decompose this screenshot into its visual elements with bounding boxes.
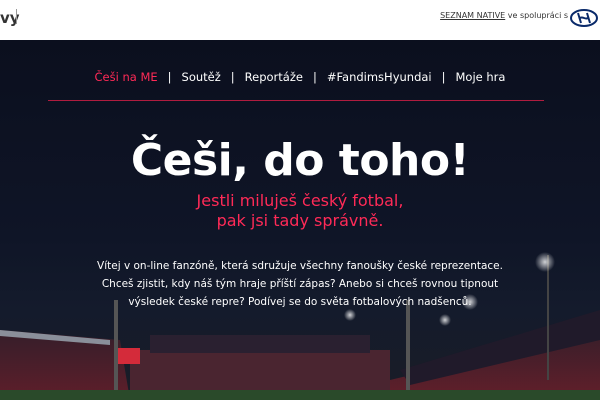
nav-item-reportaze[interactable]: Reportáže (245, 70, 303, 84)
subtitle-line-1: Jestli miluješ český fotbal, (196, 191, 404, 210)
nav-separator: | (230, 70, 235, 84)
logo-divider (16, 9, 17, 24)
nav-item-cesi-na-me[interactable]: Češi na ME (95, 70, 158, 84)
subtitle-line-2: pak jsi tady správně. (216, 211, 384, 230)
nav-separator: | (441, 70, 446, 84)
nav-separator: | (167, 70, 172, 84)
top-bar: vy SEZNAM NATIVE ve spolupráci s (0, 0, 600, 40)
partner-suffix: ve spolupráci s (505, 11, 568, 20)
nav-item-fandimshyundai[interactable]: #FandimsHyundai (327, 70, 432, 84)
nav-underline (48, 100, 544, 101)
hyundai-logo-icon[interactable] (570, 9, 598, 27)
partner-note: SEZNAM NATIVE ve spolupráci s (440, 11, 568, 20)
nav-separator: | (312, 70, 317, 84)
nav-item-soutez[interactable]: Soutěž (182, 70, 221, 84)
main-nav: Češi na ME | Soutěž | Reportáže | #FandimsHyun… (0, 70, 600, 84)
seznam-native-link[interactable]: SEZNAM NATIVE (440, 11, 505, 20)
nav-item-moje-hra[interactable]: Moje hra (456, 70, 506, 84)
hero-section: Češi na ME | Soutěž | Reportáže | #FandimsHyun… (0, 40, 600, 400)
intro-text: Vítej v on-line fanzóně, která sdružuje … (97, 259, 503, 308)
hero-subtitle: Jestli miluješ český fotbal, pak jsi tad… (0, 191, 600, 231)
page-title: Češi, do toho! (130, 135, 470, 186)
